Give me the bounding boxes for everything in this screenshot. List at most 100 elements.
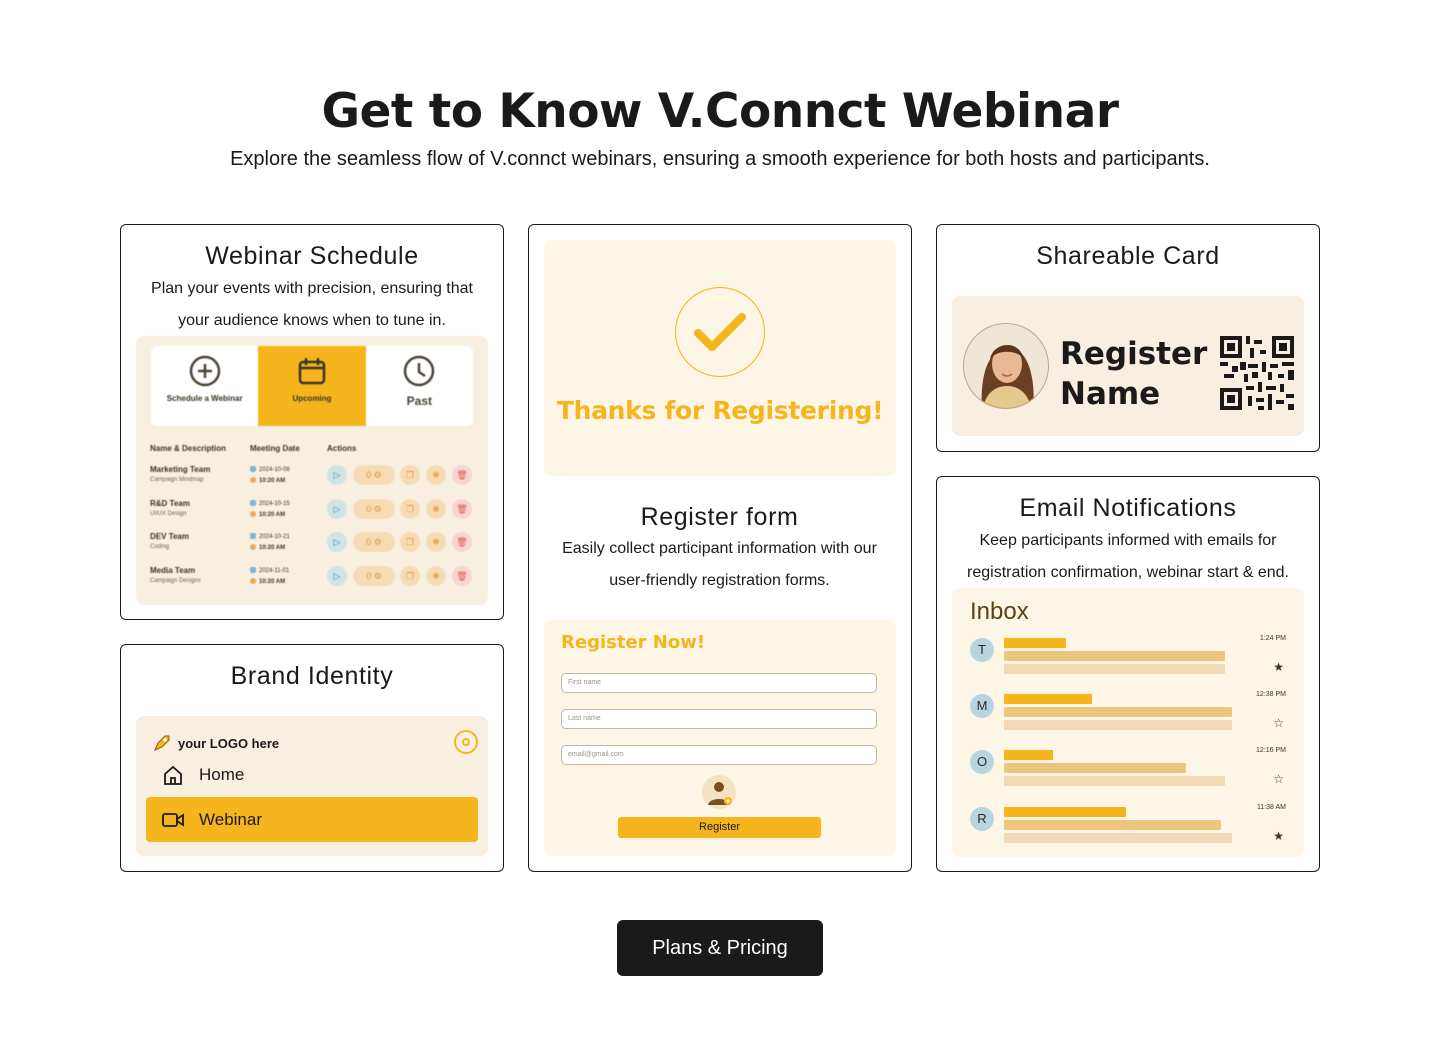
copy-button[interactable]: ❐: [400, 465, 420, 485]
last-name-field[interactable]: Last name: [561, 709, 877, 729]
nav-item-home[interactable]: Home: [162, 764, 244, 786]
thanks-message: Thanks for Registering!: [556, 396, 884, 425]
table-row: R&D Team UI/UX Design 2024-10-15 10:20 AM ▷ 0…: [136, 499, 488, 529]
participant-count: 0: [366, 470, 372, 480]
name-line: Name: [1060, 376, 1161, 412]
checkmark-icon: [675, 287, 765, 377]
delete-button[interactable]: 🗑: [452, 465, 472, 485]
row-date: 2024-10-08: [250, 466, 290, 473]
page-subtitle: Explore the seamless flow of V.connct we…: [230, 148, 1210, 170]
calendar-icon: [250, 466, 256, 472]
card-name: Register Name: [1060, 334, 1207, 414]
row-description: UI/UX Design: [150, 511, 187, 517]
delete-button[interactable]: 🗑: [452, 566, 472, 586]
date-text: 2024-11-01: [259, 568, 290, 574]
time-text: 10:20 AM: [259, 478, 286, 484]
delete-button[interactable]: 🗑: [452, 532, 472, 552]
row-name: R&D Team: [150, 499, 190, 508]
copy-button[interactable]: ❐: [400, 566, 420, 586]
preview-placeholder: [1004, 776, 1225, 786]
participant-count: 0: [366, 504, 372, 514]
table-row: Media Team Campaign Designs 2024-11-01 10:2…: [136, 566, 488, 596]
settings-button[interactable]: ❋: [426, 499, 446, 519]
list-item[interactable]: T 1:24 PM ★: [952, 635, 1304, 688]
participant-count: 0: [366, 571, 372, 581]
preview-placeholder: [1004, 720, 1232, 730]
list-item[interactable]: O 12:16 PM ☆: [952, 747, 1304, 800]
play-button[interactable]: ▷: [327, 499, 347, 519]
avatar: M: [970, 694, 994, 718]
column-header: Actions: [327, 444, 357, 453]
brand-preview: your LOGO here Home Webinar: [136, 716, 488, 856]
play-button[interactable]: ▷: [327, 465, 347, 485]
participants-button[interactable]: 0 ⚙: [353, 499, 395, 519]
tab-schedule-webinar[interactable]: Schedule a Webinar: [151, 346, 258, 426]
email-field[interactable]: email@gmail.com: [561, 745, 877, 765]
calendar-icon: [250, 567, 256, 573]
shareable-card: Shareable Card Register Name: [936, 224, 1320, 452]
page-title: Get to Know V.Connct Webinar: [321, 84, 1119, 139]
email-notifications-card: Email Notifications Keep participants in…: [936, 476, 1320, 872]
star-icon[interactable]: ☆: [1273, 772, 1284, 786]
card-title: Shareable Card: [1036, 242, 1220, 270]
tab-label: Past: [406, 394, 432, 408]
participant-count: 0: [366, 537, 372, 547]
settings-button[interactable]: ❋: [426, 532, 446, 552]
row-description: Coding: [150, 544, 170, 550]
sender-placeholder: [1004, 807, 1126, 817]
time-text: 10:20 AM: [259, 545, 286, 551]
row-date: 2024-11-01: [250, 567, 289, 574]
mail-time: 1:24 PM: [1259, 635, 1286, 642]
thanks-preview: Thanks for Registering!: [544, 240, 896, 476]
participants-button[interactable]: 0 ⚙: [353, 566, 395, 586]
settings-button[interactable]: ❋: [426, 566, 446, 586]
row-description: Campaign Mindmap: [150, 477, 204, 483]
participants-button[interactable]: 0 ⚙: [353, 465, 395, 485]
row-time: 10:20 AM: [250, 544, 285, 551]
form-title: Register Now!: [561, 632, 706, 653]
brand-identity-card: Brand Identity your LOGO here Home Webin…: [120, 644, 504, 872]
card-title: Webinar Schedule: [205, 242, 419, 270]
subject-placeholder: [1004, 651, 1225, 661]
inbox-preview: Inbox T 1:24 PM ★ M 12:38 PM ☆ O 12:16 PM ☆ R 11:3…: [952, 588, 1304, 857]
list-item[interactable]: R 11:38 AM ★: [952, 804, 1304, 857]
register-form-card: Thanks for Registering! Register form Ea…: [528, 224, 912, 872]
schedule-tabs: Schedule a Webinar Upcoming Past: [151, 346, 473, 426]
calendar-icon: [298, 358, 326, 385]
register-form-preview: Register Now! First name Last name email…: [544, 620, 896, 856]
date-text: 2024-10-08: [259, 467, 290, 473]
settings-button[interactable]: ❋: [426, 465, 446, 485]
tab-upcoming[interactable]: Upcoming: [258, 346, 366, 426]
register-button[interactable]: Register: [618, 817, 821, 838]
tab-past[interactable]: Past: [366, 346, 473, 426]
delete-button[interactable]: 🗑: [452, 499, 472, 519]
rocket-icon: [154, 735, 170, 751]
copy-button[interactable]: ❐: [400, 532, 420, 552]
inbox-title: Inbox: [970, 598, 1029, 625]
avatar-upload-icon[interactable]: [702, 775, 736, 809]
name-line: Register: [1060, 336, 1208, 372]
mail-time: 11:38 AM: [1256, 804, 1286, 811]
copy-button[interactable]: ❐: [400, 499, 420, 519]
row-name: Marketing Team: [150, 465, 211, 474]
star-icon[interactable]: ★: [1273, 829, 1284, 843]
star-icon[interactable]: ☆: [1273, 716, 1284, 730]
nav-item-webinar[interactable]: Webinar: [146, 797, 478, 842]
plans-pricing-button[interactable]: Plans & Pricing: [617, 920, 823, 976]
card-title: Register form: [640, 503, 799, 531]
preview-placeholder: [1004, 664, 1225, 674]
settings-icon[interactable]: [454, 730, 478, 754]
column-header: Meeting Date: [250, 444, 300, 453]
play-button[interactable]: ▷: [327, 532, 347, 552]
row-time: 10:20 AM: [250, 511, 285, 518]
play-button[interactable]: ▷: [327, 566, 347, 586]
subject-placeholder: [1004, 763, 1186, 773]
avatar: T: [970, 638, 994, 662]
star-icon[interactable]: ★: [1273, 660, 1284, 674]
time-text: 10:20 AM: [259, 579, 286, 585]
home-icon: [164, 765, 182, 785]
nav-label: Home: [199, 765, 245, 784]
first-name-field[interactable]: First name: [561, 673, 877, 693]
list-item[interactable]: M 12:38 PM ☆: [952, 691, 1304, 744]
participants-button[interactable]: 0 ⚙: [353, 532, 395, 552]
